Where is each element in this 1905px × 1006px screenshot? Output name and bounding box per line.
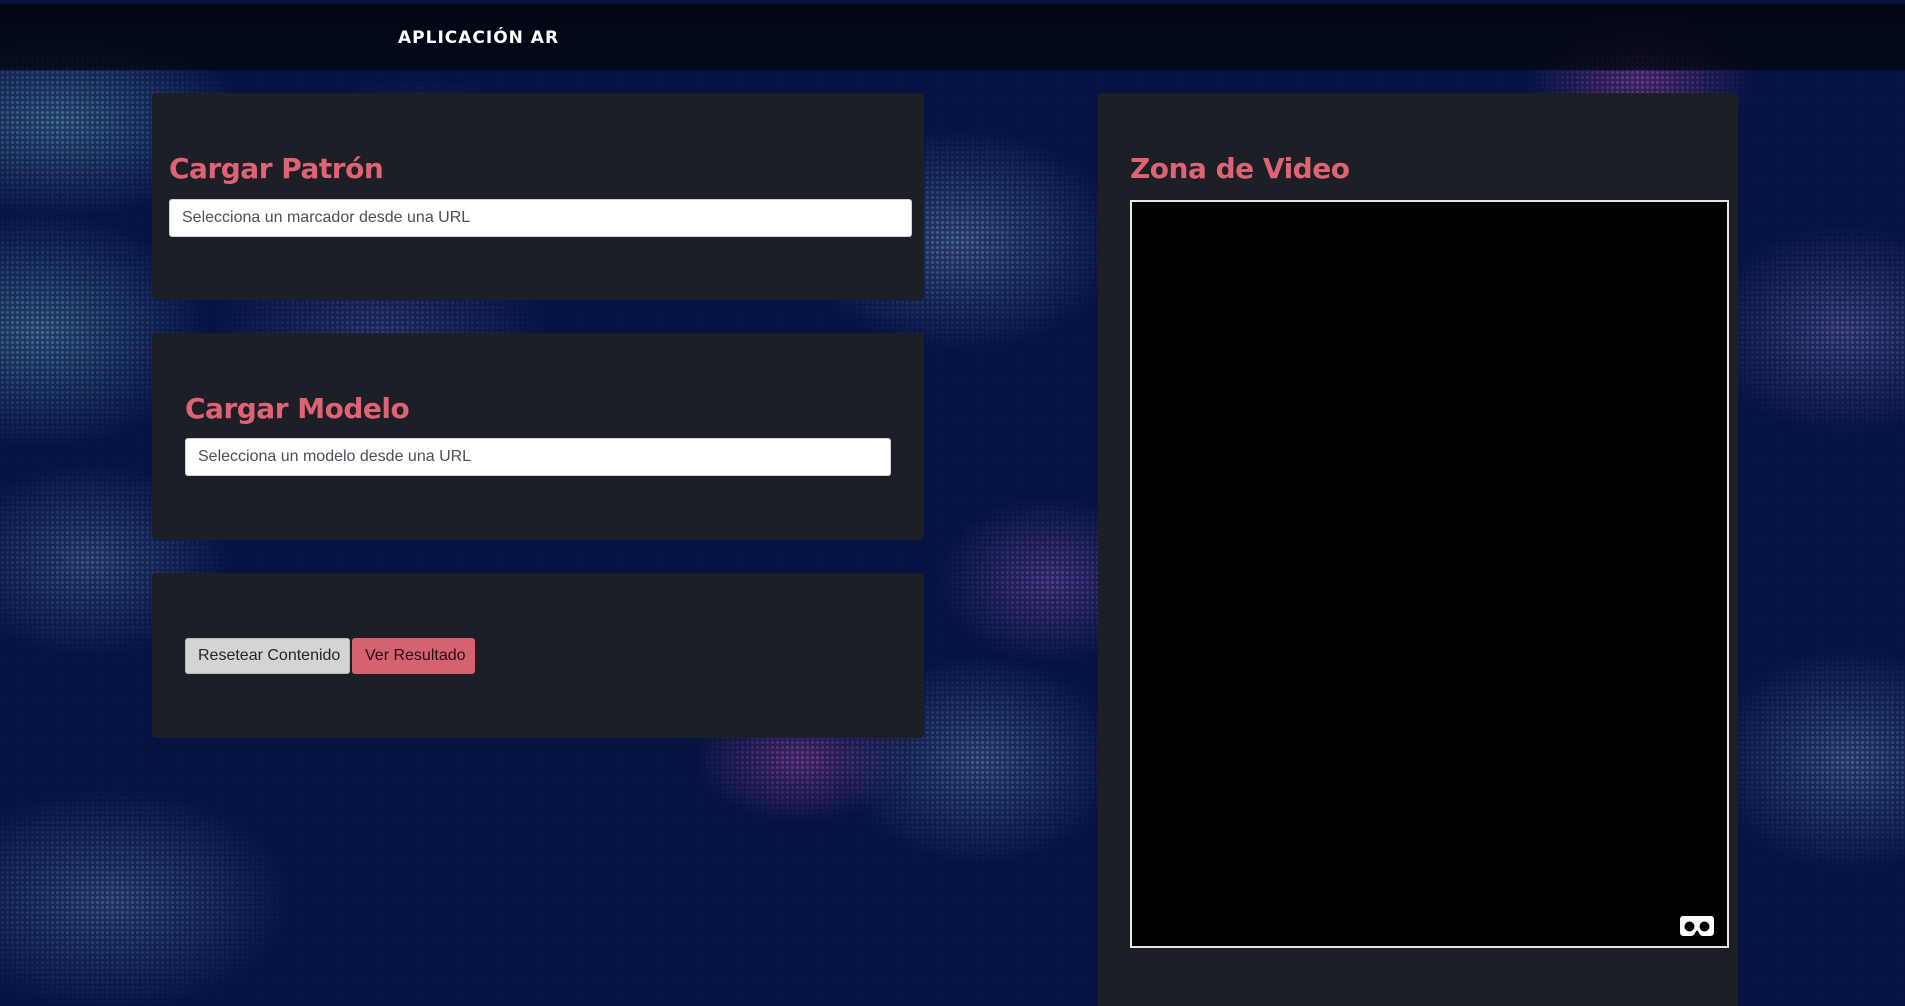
view-result-button[interactable]: Ver Resultado (352, 638, 475, 674)
patron-card: Cargar Patrón (152, 93, 924, 300)
video-card: Zona de Video (1098, 93, 1738, 1006)
vr-headset-icon[interactable] (1679, 914, 1715, 938)
top-navbar: APLICACIÓN AR (0, 4, 1905, 70)
marker-url-input[interactable] (169, 199, 912, 237)
actions-card: Resetear Contenido Ver Resultado (152, 573, 924, 738)
modelo-title: Cargar Modelo (185, 392, 410, 425)
brand-link[interactable]: APLICACIÓN AR (398, 28, 559, 48)
video-title: Zona de Video (1130, 152, 1350, 185)
model-url-input[interactable] (185, 438, 891, 476)
patron-title: Cargar Patrón (169, 152, 384, 185)
modelo-card: Cargar Modelo (152, 333, 924, 540)
video-area[interactable] (1130, 200, 1729, 948)
reset-content-button[interactable]: Resetear Contenido (185, 638, 350, 674)
